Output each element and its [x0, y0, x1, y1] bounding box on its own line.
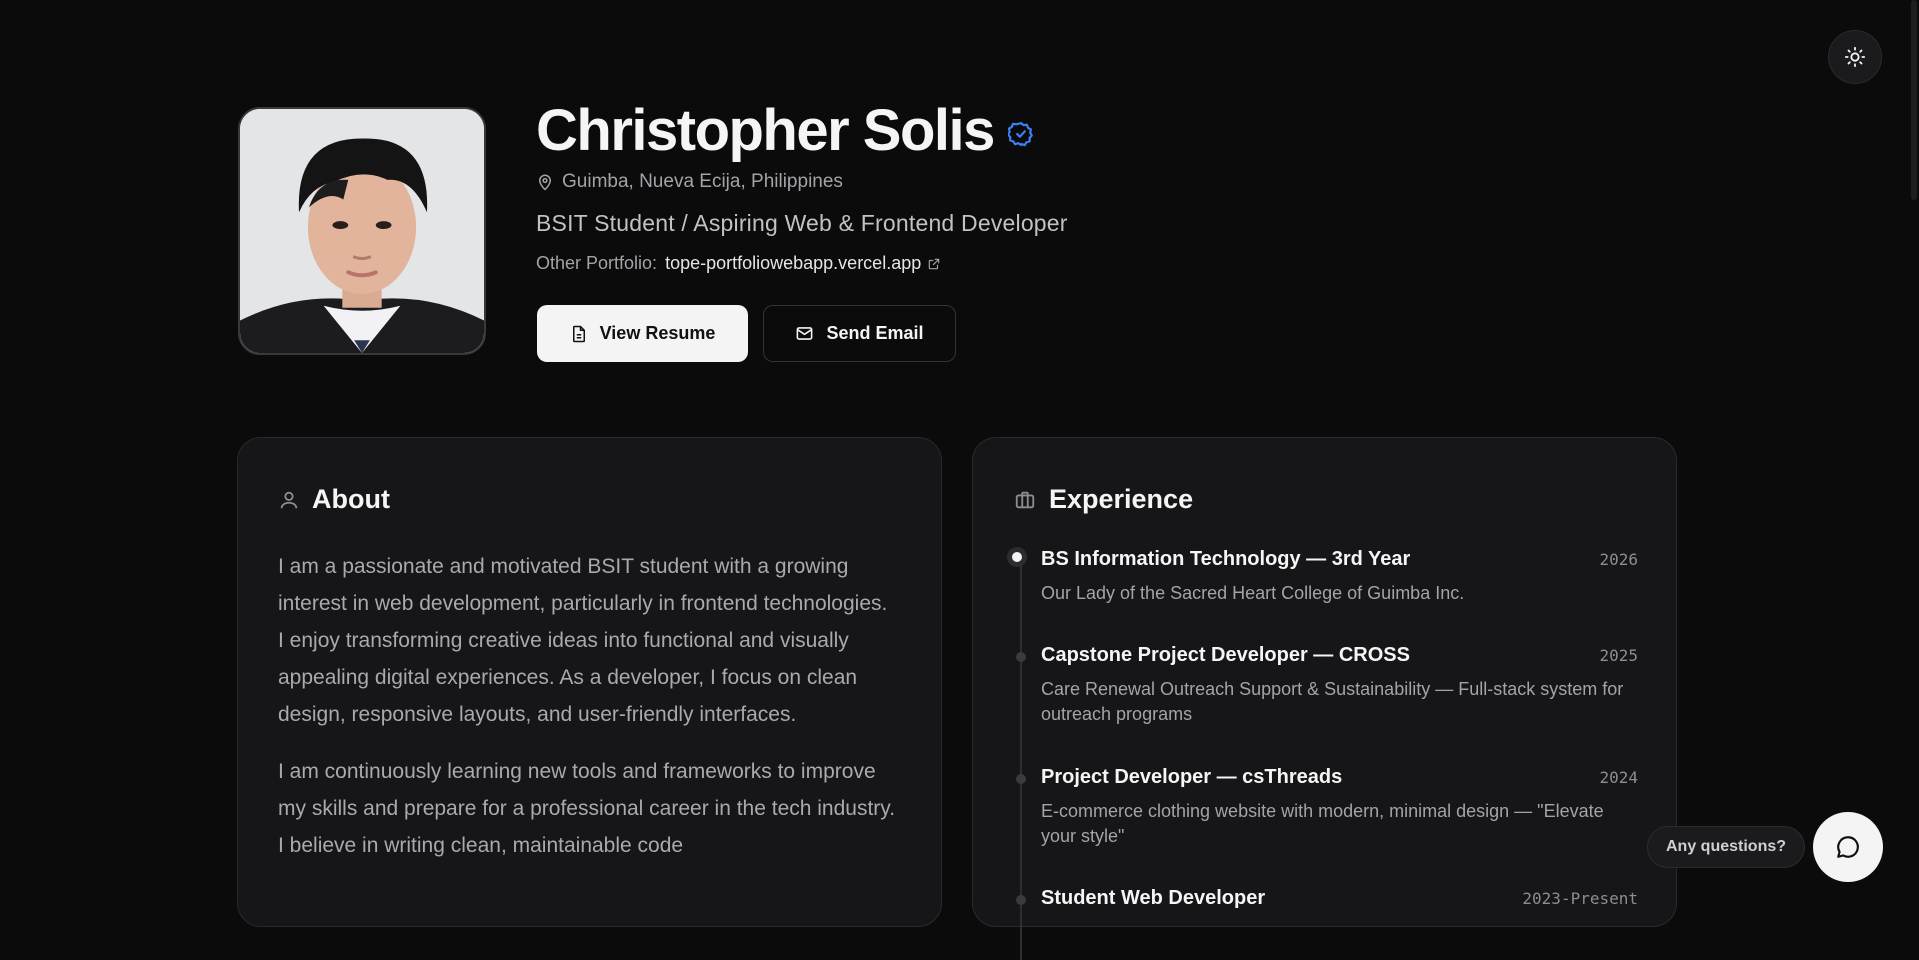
profile-photo — [238, 107, 486, 355]
timeline-item-desc: Our Lady of the Sacred Heart College of … — [1041, 583, 1465, 603]
timeline-dot — [1016, 895, 1026, 905]
view-resume-label: View Resume — [599, 323, 716, 343]
location: Guimba, Nueva Ecija, Philippines — [536, 171, 843, 193]
scrollbar-thumb[interactable] — [1911, 0, 1917, 200]
view-resume-button[interactable]: View Resume — [537, 305, 748, 362]
send-email-label: Send Email — [826, 323, 924, 343]
timeline-item-year: 2024 — [1599, 768, 1638, 787]
timeline-item-desc: Care Renewal Outreach Support & Sustaina… — [1041, 679, 1624, 724]
timeline-dot-active — [1012, 552, 1022, 562]
about-paragraph: I am continuously learning new tools and… — [278, 760, 896, 857]
timeline-item-title: Capstone Project Developer — CROSS — [1041, 644, 1410, 666]
mail-icon — [797, 327, 813, 340]
experience-timeline: BS Information Technology — 3rd Year 202… — [1012, 548, 1638, 960]
about-title: About — [312, 484, 390, 514]
timeline-item-title: BS Information Technology — 3rd Year — [1041, 548, 1411, 570]
send-email-button[interactable]: Send Email — [763, 305, 956, 362]
timeline-item: BS Information Technology — 3rd Year 202… — [1012, 548, 1638, 644]
about-paragraph: I am a passionate and motivated BSIT stu… — [278, 555, 888, 726]
experience-card: Experience BS Information Technology — 3… — [972, 437, 1677, 960]
sun-icon — [1844, 46, 1866, 68]
location-text: Guimba, Nueva Ecija, Philippines — [562, 171, 843, 192]
theme-toggle-button[interactable] — [1828, 30, 1882, 84]
timeline-dot — [1016, 652, 1026, 662]
document-icon — [572, 325, 585, 342]
timeline-item-desc: E-commerce clothing website with modern,… — [1041, 801, 1604, 846]
chat-prompt-label[interactable]: Any questions? — [1647, 826, 1806, 868]
timeline-item: Student Web Developer 2023-Present — [1013, 887, 1638, 910]
map-pin-icon — [538, 174, 552, 191]
timeline-dot — [1016, 774, 1026, 784]
experience-title: Experience — [1049, 484, 1194, 514]
portfolio-link[interactable]: tope-portfoliowebapp.vercel.app — [665, 253, 921, 274]
timeline-item-year: 2026 — [1599, 550, 1638, 569]
timeline-item-year: 2023-Present — [1522, 889, 1638, 908]
briefcase-icon — [1015, 491, 1035, 508]
timeline-item-year: 2025 — [1599, 646, 1638, 665]
user-icon — [280, 491, 298, 508]
profile-name: Christopher Solis — [536, 98, 995, 163]
portfolio-label: Other Portfolio: — [536, 253, 658, 273]
chat-button[interactable] — [1813, 812, 1883, 882]
other-portfolio: Other Portfolio: tope-portfoliowebapp.ve… — [536, 253, 941, 274]
timeline-item-title: Project Developer — csThreads — [1041, 766, 1343, 788]
timeline-item: Project Developer — csThreads 2024 E-com… — [1013, 766, 1638, 887]
profile-role: BSIT Student / Aspiring Web & Frontend D… — [536, 210, 1068, 236]
timeline-item-title: Student Web Developer — [1041, 887, 1266, 909]
verified-badge-icon — [1007, 121, 1033, 147]
about-card: About I am a passionate and motivated BS… — [237, 437, 942, 927]
timeline-item: Capstone Project Developer — CROSS 2025 … — [1013, 644, 1638, 766]
about-text: I am a passionate and motivated BSIT stu… — [278, 548, 898, 884]
chat-bubble-icon — [1837, 836, 1859, 858]
external-link-icon[interactable] — [927, 257, 941, 271]
